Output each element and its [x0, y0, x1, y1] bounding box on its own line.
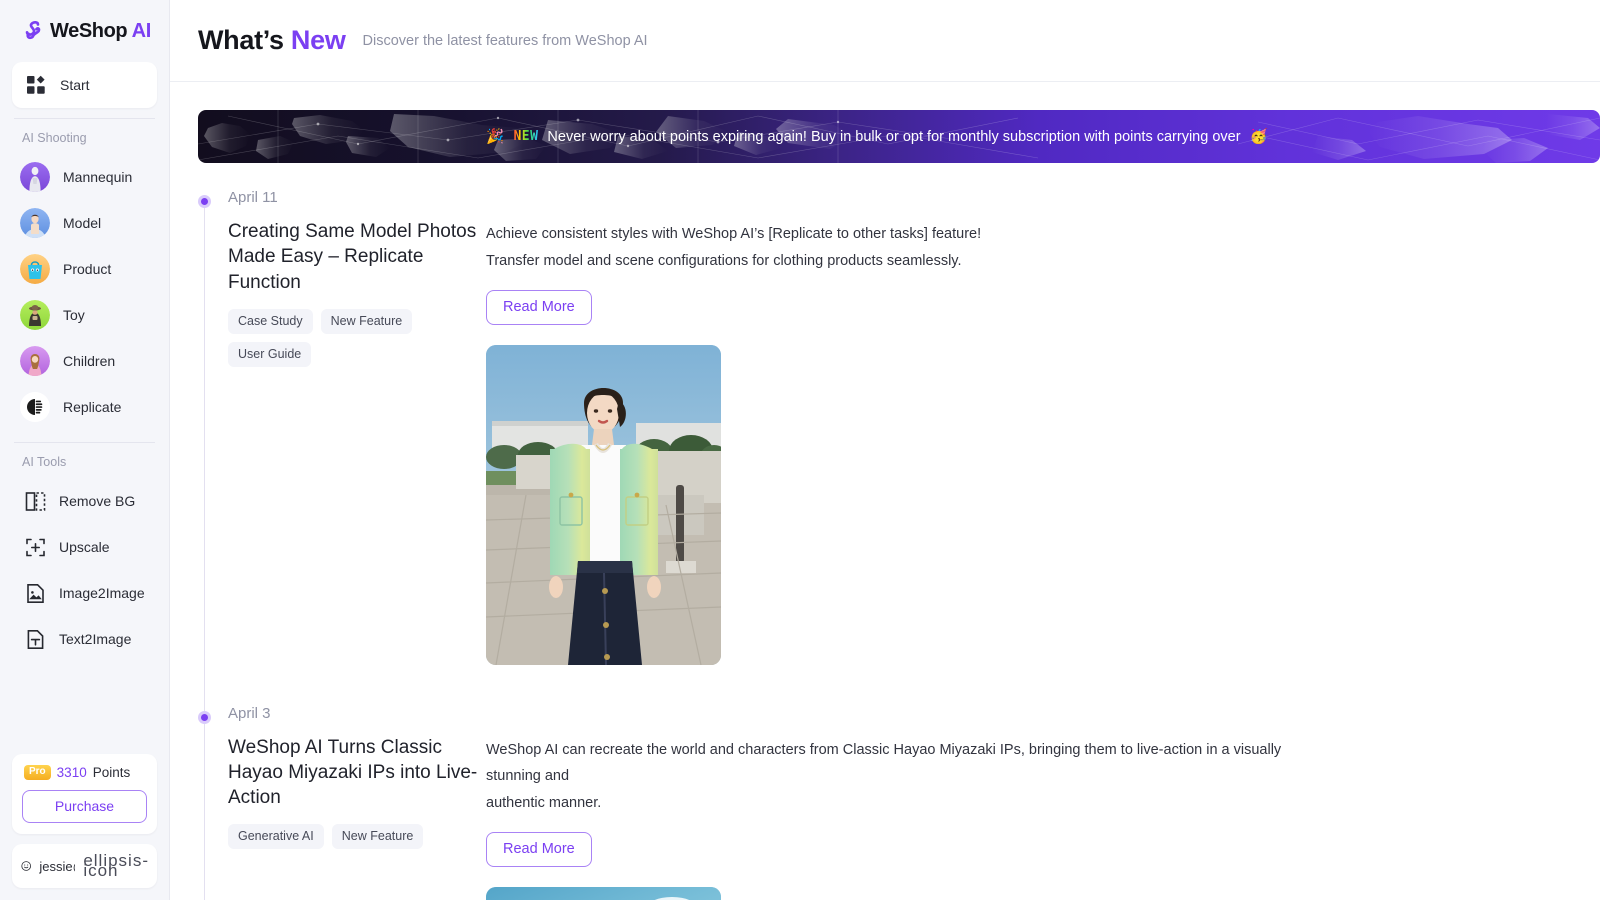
brand-logo[interactable]: WeShop AI: [0, 0, 169, 62]
sidebar-item-model-label: Model: [63, 215, 102, 231]
grid-squares-icon: [27, 75, 45, 94]
weshop-s-logo-icon: [25, 20, 41, 39]
points-row: Pro 3310 Points: [22, 765, 147, 780]
points-label: Points: [92, 765, 131, 780]
sidebar-item-toy-label: Toy: [63, 307, 85, 323]
sidebar-item-mannequin-label: Mannequin: [63, 169, 133, 185]
sidebar-divider-2: [14, 442, 155, 443]
entry-tags: Case Study New Feature User Guide: [228, 308, 443, 367]
entry-description-line-2: Transfer model and scene configurations …: [486, 252, 962, 269]
sidebar-item-start[interactable]: Start: [12, 62, 157, 108]
whats-new-timeline: April 11 Creating Same Model Photos Made…: [198, 189, 1600, 900]
entry-body: Achieve consistent styles with WeShop AI…: [486, 189, 1600, 665]
woman-in-green-cardigan-photo: [486, 344, 721, 665]
promo-banner[interactable]: 🎉 NEW Never worry about points expiring …: [198, 110, 1600, 163]
tag: User Guide: [228, 341, 312, 367]
entry-thumbnail[interactable]: [486, 344, 721, 665]
points-card: Pro 3310 Points Purchase: [12, 754, 157, 834]
new-badge: NEW: [513, 129, 539, 144]
sidebar-nav: Start AI Shooting Mannequin Model Produc…: [0, 62, 169, 754]
main-content: What’s New Discover the latest features …: [170, 0, 1600, 900]
content-area: 🎉 NEW Never worry about points expiring …: [170, 82, 1600, 900]
replicate-avatar-icon: [20, 392, 50, 422]
timeline-entry: April 3 WeShop AI Turns Classic Hayao Mi…: [198, 705, 1600, 900]
sidebar-item-image2image-label-0: Upscale: [59, 539, 110, 555]
entry-title: WeShop AI Turns Classic Hayao Miyazaki I…: [228, 736, 478, 809]
sidebar-item-remove-bg[interactable]: Remove BG: [12, 478, 157, 524]
user-account-card[interactable]: jessie@we… ellipsis-icon: [12, 844, 157, 888]
sidebar-item-children-label: Children: [63, 353, 116, 369]
app-root: WeShop AI Start AI Shooting Mannequin Mo…: [0, 0, 1600, 900]
read-more-button[interactable]: Read More: [486, 832, 592, 868]
sidebar-item-model[interactable]: Model: [12, 200, 157, 246]
party-popper-icon: 🎉: [486, 129, 505, 145]
mannequin-avatar-icon: [20, 162, 50, 192]
sidebar-item-image2image-label: Image2Image: [59, 585, 145, 601]
timeline-entry: April 11 Creating Same Model Photos Made…: [198, 189, 1600, 671]
sidebar-divider-1: [14, 118, 155, 119]
ellipsis-icon[interactable]: ellipsis-icon: [83, 852, 149, 879]
children-avatar-icon: [20, 346, 50, 376]
entry-body: WeShop AI can recreate the world and cha…: [486, 705, 1600, 900]
read-more-button[interactable]: Read More: [486, 289, 592, 325]
entry-thumbnail[interactable]: [486, 887, 721, 900]
entry-description-line-1: WeShop AI can recreate the world and cha…: [486, 741, 1282, 785]
smiley-face-icon: [21, 861, 31, 871]
entry-date: April 3: [228, 704, 271, 722]
points-value: 3310: [56, 765, 87, 780]
sidebar-item-toy[interactable]: Toy: [12, 292, 157, 338]
entry-description-line-1: Achieve consistent styles with WeShop AI…: [486, 226, 982, 242]
image-file-icon: [24, 582, 46, 604]
sidebar-item-replicate-label: Replicate: [63, 399, 122, 415]
blue-sky-with-clouds-and-dome-photo: [486, 887, 721, 900]
sidebar-item-children[interactable]: Children: [12, 338, 157, 384]
brand-name: WeShop AI: [50, 19, 151, 42]
page-header: What’s New Discover the latest features …: [170, 0, 1600, 82]
sidebar-item-product[interactable]: Product: [12, 246, 157, 292]
sidebar-section-title-ai-tools: AI Tools: [22, 455, 67, 469]
timeline-dot: [198, 710, 211, 724]
entry-date: April 11: [228, 189, 278, 206]
sidebar-section-title-ai-shooting: AI Shooting: [22, 131, 87, 145]
product-bag-avatar-icon: [20, 254, 50, 284]
purchase-button[interactable]: Purchase: [22, 790, 147, 823]
entry-title: Creating Same Model Photos Made Easy – R…: [228, 221, 477, 293]
model-avatar-icon: [20, 208, 50, 238]
tag: Case Study: [228, 308, 313, 334]
sidebar: WeShop AI Start AI Shooting Mannequin Mo…: [0, 0, 170, 900]
sidebar-item-start-label: Start: [60, 77, 90, 93]
banner-text: Never worry about points expiring again!…: [547, 128, 1241, 145]
party-face-icon: 🥳: [1249, 129, 1268, 145]
text-file-icon: [24, 628, 46, 650]
sidebar-item-text2image-label: Text2Image: [59, 631, 132, 647]
sidebar-item-replicate[interactable]: Replicate: [12, 384, 157, 430]
remove-background-icon: [24, 490, 46, 512]
sidebar-item-mannequin[interactable]: Mannequin: [12, 154, 157, 200]
sidebar-item-upscale[interactable]: Upscale: [12, 524, 157, 570]
page-title: What’s New: [198, 25, 346, 55]
entry-tags: Generative AI New Feature: [228, 824, 486, 850]
sidebar-item-image2image[interactable]: Image2Image: [12, 570, 157, 616]
upscale-expand-icon: [24, 536, 46, 558]
entry-description-line-2: authentic manner.: [486, 795, 602, 812]
sidebar-item-remove-bg-label: Remove BG: [59, 493, 136, 509]
entry-meta: April 3 WeShop AI Turns Classic Hayao Mi…: [198, 705, 486, 900]
tag: New Feature: [320, 308, 413, 334]
entry-meta: April 11 Creating Same Model Photos Made…: [198, 189, 486, 665]
tag: New Feature: [331, 824, 424, 850]
pro-badge: Pro: [24, 765, 51, 780]
banner-message: 🎉 NEW Never worry about points expiring …: [486, 128, 1268, 146]
sidebar-item-product-label: Product: [63, 261, 112, 277]
timeline-dot: [198, 195, 211, 208]
sidebar-item-text2image[interactable]: Text2Image: [12, 616, 157, 662]
user-email-label: jessie@we…: [39, 858, 75, 874]
tag: Generative AI: [228, 824, 324, 850]
page-subtitle: Discover the latest features from WeShop…: [362, 32, 648, 49]
sidebar-footer: Pro 3310 Points Purchase jessie@we… elli…: [0, 754, 169, 900]
toy-avatar-icon: [20, 300, 50, 330]
